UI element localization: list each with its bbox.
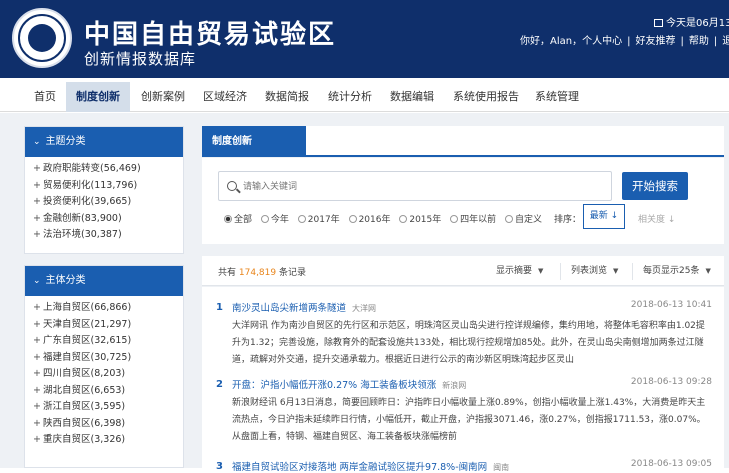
nav-system-admin[interactable]: 系统管理 [525, 82, 589, 112]
plus-icon: + [33, 229, 41, 240]
item-date: 2018-06-13 10:41 [630, 300, 712, 310]
subject-category-panel: ⌄ 主体分类 + 上海自贸区(66,866) + 天津自贸区(21,297) + 广东自… [24, 265, 184, 468]
topic-category-header[interactable]: ⌄ 主题分类 [25, 127, 183, 157]
brand-subtitle: 创新情报数据库 [84, 50, 197, 68]
item-title-link[interactable]: 开盘：沪指小幅低开涨0.27% 海工装备板块领涨 新浪网 [232, 377, 466, 391]
result-list: 1 南沙灵山岛尖新增两条隧道 大洋网 2018-06-13 10:41 大洋网讯 … [202, 287, 724, 473]
plus-icon: + [33, 368, 41, 379]
main-nav: 首页 制度创新 创新案例 区域经济 数据简报 统计分析 数据编辑 系统使用报告 … [0, 82, 729, 112]
subject-category-header[interactable]: ⌄ 主体分类 [25, 266, 183, 296]
filter-this-year[interactable]: 今年 [260, 212, 289, 225]
plus-icon: + [33, 179, 41, 191]
caret-down-icon: ▼ [705, 267, 711, 275]
search-panel: 开始搜索 全部 今年 2017年 2016年 2015年 四年以前 自定义 排序… [202, 158, 724, 244]
friend-recommend-link[interactable]: 好友推荐 [635, 36, 675, 47]
filter-four-years-ago[interactable]: 四年以前 [450, 212, 496, 225]
filter-all[interactable]: 全部 [224, 212, 252, 225]
filter-custom[interactable]: 自定义 [505, 212, 542, 225]
result-count: 共有 174,819 条记录 [218, 268, 306, 278]
display-mode-dropdown[interactable]: 显示摘要 ▼ [496, 263, 543, 280]
topic-item[interactable]: + 投资便利化(39,665) [33, 194, 183, 211]
plus-icon: + [33, 401, 41, 412]
zone-item[interactable]: + 上海自贸区(66,866) [33, 300, 183, 317]
nav-data-edit[interactable]: 数据编辑 [380, 82, 444, 112]
filter-2016[interactable]: 2016年 [348, 212, 390, 225]
nav-institutional-innovation[interactable]: 制度创新 [66, 82, 130, 112]
brand-title: 中国自由贸易试验区 [84, 20, 337, 50]
zone-item[interactable]: + 福建自贸区(30,725) [33, 350, 183, 367]
search-box [218, 171, 612, 201]
main-tabbar: 制度创新 [202, 126, 724, 157]
help-link[interactable]: 帮助 [689, 36, 709, 47]
zone-item[interactable]: + 陕西自贸区(6,398) [33, 416, 183, 433]
plus-icon: + [33, 302, 41, 313]
tab-institutional-innovation[interactable]: 制度创新 [202, 126, 306, 157]
item-date: 2018-06-13 09:28 [630, 377, 712, 387]
page-size-dropdown[interactable]: 每页显示25条 ▼ [632, 263, 711, 280]
plus-icon: + [33, 335, 41, 346]
chevron-down-icon: ⌄ [33, 137, 41, 147]
plus-icon: + [33, 351, 41, 363]
topic-category-panel: ⌄ 主题分类 + 政府职能转变(56,469) + 贸易便利化(113,796) + 投… [24, 126, 184, 254]
nav-regional-economy[interactable]: 区域经济 [193, 82, 257, 112]
item-title-link[interactable]: 南沙灵山岛尖新增两条隧道 大洋网 [232, 300, 376, 314]
search-input[interactable] [243, 178, 603, 196]
nav-innovation-cases[interactable]: 创新案例 [131, 82, 195, 112]
plus-icon: + [33, 212, 41, 224]
university-logo [12, 8, 72, 68]
item-summary: 大洋网讯 作为南沙自贸区的先行区和示范区，明珠湾区灵山岛尖进行控详规编修，集约用… [232, 321, 705, 365]
topic-item[interactable]: + 法治环境(30,387) [33, 227, 183, 244]
plus-icon: + [33, 196, 41, 207]
time-filter: 全部 今年 2017年 2016年 2015年 四年以前 自定义 [224, 212, 548, 225]
user-links: 你好，Alan，个人中心|好友推荐|帮助|退出 [520, 32, 729, 47]
topic-item[interactable]: + 贸易便利化(113,796) [33, 178, 183, 195]
item-title-link[interactable]: 福建自贸试验区对接落地 两岸金融试验区提升97.8%-闽南网 闽南 [232, 459, 509, 473]
arrow-down-icon: ↓ [665, 215, 676, 225]
zone-item[interactable]: + 浙江自贸区(3,595) [33, 399, 183, 416]
browse-mode-dropdown[interactable]: 列表浏览 ▼ [560, 263, 618, 280]
arrow-down-icon: ↓ [607, 211, 619, 221]
date-display: 今天是06月13日 [654, 14, 729, 29]
filter-2017[interactable]: 2017年 [297, 212, 340, 225]
sort-newest-button[interactable]: 最新 ↓ [583, 204, 625, 229]
zone-item[interactable]: + 广东自贸区(32,615) [33, 333, 183, 350]
user-center-link[interactable]: 你好，Alan，个人中心 [520, 36, 622, 47]
zone-item[interactable]: + 湖北自贸区(6,653) [33, 383, 183, 400]
nav-usage-report[interactable]: 系统使用报告 [443, 82, 529, 112]
item-summary: 新浪财经讯 6月13日消息，简要回顾昨日：沪指昨日小幅收量上涨0.89%，创指小… [232, 398, 706, 442]
caret-down-icon: ▼ [613, 267, 619, 275]
sort-relevance-button[interactable]: 相关度 ↓ [638, 212, 675, 225]
zone-item[interactable]: + 重庆自贸区(3,326) [33, 432, 183, 449]
result-toolbar: 共有 174,819 条记录 显示摘要 ▼ 列表浏览 ▼ 每页显示25条 ▼ [202, 256, 724, 286]
filter-2015[interactable]: 2015年 [399, 212, 441, 225]
zone-item[interactable]: + 天津自贸区(21,297) [33, 317, 183, 334]
nav-home[interactable]: 首页 [24, 82, 66, 112]
item-number: 2 [216, 379, 223, 390]
chevron-down-icon: ⌄ [33, 276, 41, 286]
sort-label: 排序： [554, 215, 582, 225]
caret-down-icon: ▼ [538, 267, 544, 275]
start-search-button[interactable]: 开始搜索 [622, 172, 688, 200]
calendar-icon [654, 19, 663, 27]
top-header: 中国自由贸易试验区 创新情报数据库 今天是06月13日 你好，Alan，个人中心… [0, 0, 729, 78]
nav-statistics[interactable]: 统计分析 [318, 82, 382, 112]
nav-data-brief[interactable]: 数据简报 [255, 82, 319, 112]
topic-item[interactable]: + 金融创新(83,900) [33, 211, 183, 228]
plus-icon: + [33, 434, 41, 445]
logout-link[interactable]: 退出 [722, 36, 729, 47]
plus-icon: + [33, 163, 41, 174]
plus-icon: + [33, 318, 41, 330]
zone-item[interactable]: + 四川自贸区(8,203) [33, 366, 183, 383]
plus-icon: + [33, 384, 41, 396]
item-number: 3 [216, 461, 223, 472]
search-icon [227, 181, 237, 191]
item-number: 1 [216, 302, 223, 313]
topic-item[interactable]: + 政府职能转变(56,469) [33, 161, 183, 178]
plus-icon: + [33, 417, 41, 429]
